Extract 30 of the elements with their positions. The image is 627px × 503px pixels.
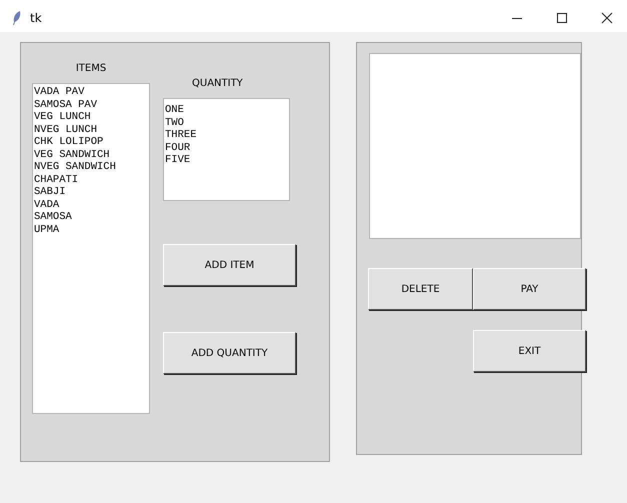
quantity-label: QUANTITY — [192, 77, 244, 91]
action-button[interactable]: ADD QUANTITY — [163, 332, 296, 374]
list-item[interactable]: CHK LOLIPOP — [34, 136, 149, 148]
list-item[interactable]: TWO — [165, 116, 289, 129]
list-item[interactable]: VEG LUNCH — [34, 111, 149, 124]
list-item[interactable]: FOUR — [165, 142, 289, 154]
action-button[interactable]: EXIT — [473, 330, 586, 372]
list-item[interactable]: VADA — [34, 198, 149, 211]
list-item[interactable]: ONE — [165, 104, 289, 116]
maximize-icon[interactable] — [556, 12, 568, 24]
list-item[interactable]: SAMOSA — [34, 211, 149, 224]
window-title: tk — [30, 11, 42, 25]
items-listbox[interactable]: VADA PAV SAMOSA PAV VEG LUNCH NVEG LUNCH CHK LOLIPOP VEG SANDWICH NVEG SANDWICH CHAPATI SABJI VADA SAMOSA UPMA — [32, 83, 150, 414]
items-label: ITEMS — [76, 62, 106, 76]
list-item[interactable]: FIVE — [165, 154, 289, 166]
list-item[interactable]: SABJI — [34, 186, 149, 198]
list-item[interactable]: VEG SANDWICH — [34, 148, 149, 161]
quantity-listbox[interactable]: ONE TWO THREE FOUR FIVE — [163, 98, 290, 201]
list-item[interactable]: NVEG SANDWICH — [34, 161, 149, 174]
action-button[interactable]: ADD ITEM — [163, 244, 296, 286]
list-item[interactable]: SAMOSA PAV — [34, 98, 149, 111]
list-item[interactable]: NVEG LUNCH — [34, 124, 149, 136]
list-item[interactable]: THREE — [165, 129, 289, 142]
list-item[interactable]: UPMA — [34, 224, 149, 236]
list-item[interactable]: CHAPATI — [34, 174, 149, 186]
close-icon[interactable] — [601, 12, 613, 24]
action-button[interactable]: PAY — [473, 268, 586, 310]
action-button[interactable]: DELETE — [368, 268, 473, 310]
list-item[interactable]: VADA PAV — [34, 86, 149, 98]
feather-icon — [12, 10, 22, 26]
